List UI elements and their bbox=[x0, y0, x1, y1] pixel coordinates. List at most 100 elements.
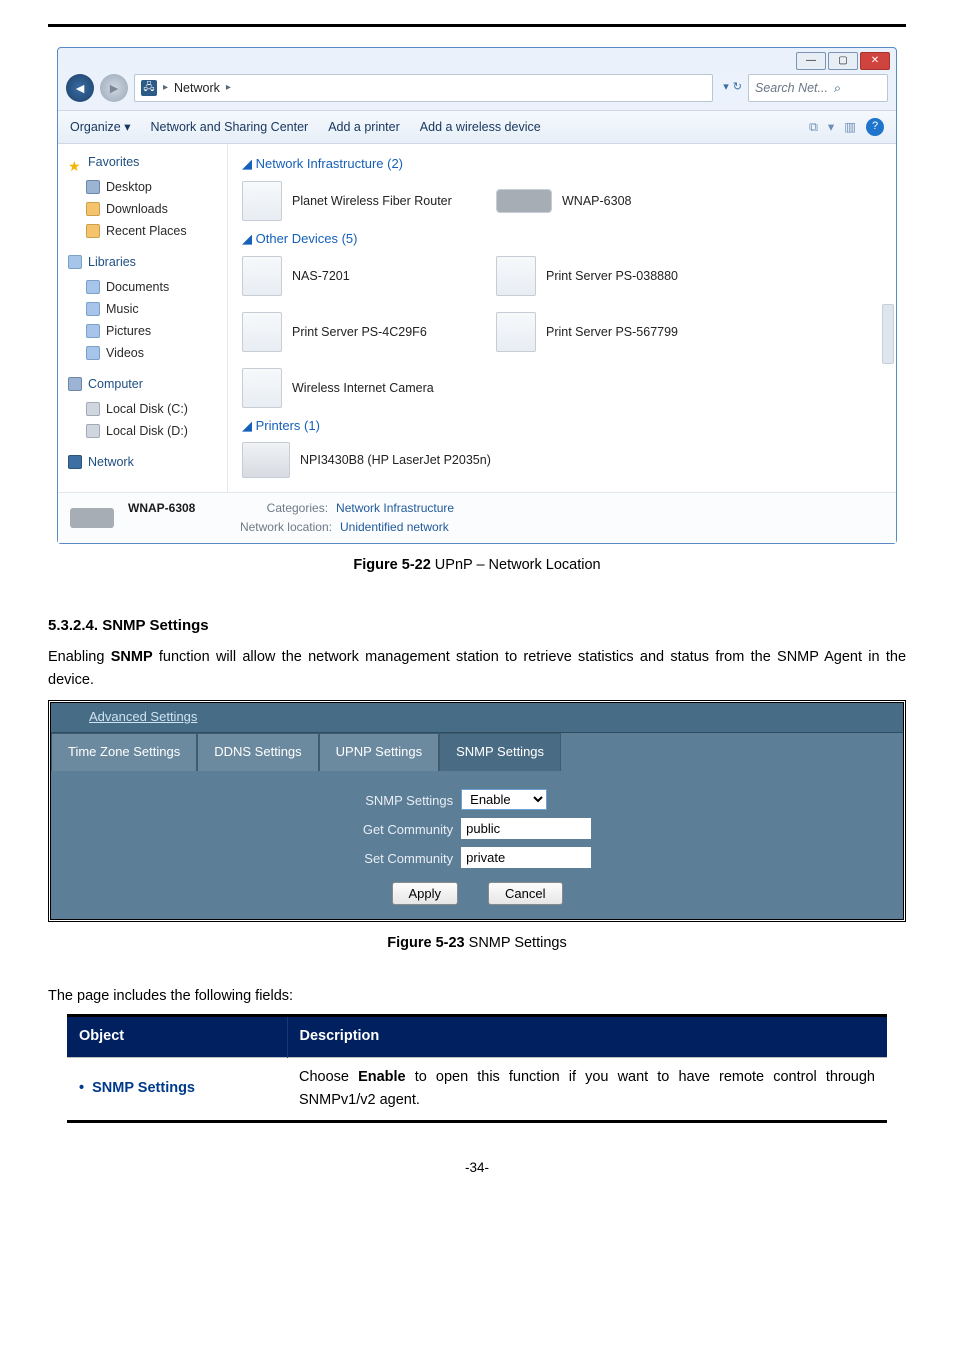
star-icon: ★ bbox=[68, 155, 82, 169]
collapse-icon[interactable]: ◢ bbox=[242, 156, 252, 171]
sidebar-downloads[interactable]: Downloads bbox=[68, 198, 221, 220]
nav-sidebar: ★Favorites Desktop Downloads Recent Plac… bbox=[58, 144, 228, 492]
breadcrumb-text: Network bbox=[174, 78, 220, 98]
sidebar-recent-places[interactable]: Recent Places bbox=[68, 220, 221, 242]
toolbar: Organize ▾ Network and Sharing Center Ad… bbox=[58, 110, 896, 144]
page-number: -34- bbox=[48, 1157, 906, 1179]
scrollbar-handle[interactable] bbox=[882, 304, 894, 364]
folder-icon bbox=[86, 224, 100, 238]
network-icon: 🖧 bbox=[141, 80, 157, 96]
address-dropdown-icon[interactable]: ▾ bbox=[723, 79, 729, 97]
selected-device-icon bbox=[70, 508, 114, 528]
search-input[interactable]: Search Net... ⌕ bbox=[748, 74, 888, 102]
add-wireless-device-link[interactable]: Add a wireless device bbox=[420, 117, 541, 137]
sidebar-documents[interactable]: Documents bbox=[68, 276, 221, 298]
folder-icon bbox=[86, 202, 100, 216]
disk-icon bbox=[86, 424, 100, 438]
view-dropdown-icon[interactable]: ▾ bbox=[828, 117, 834, 137]
videos-icon bbox=[86, 346, 100, 360]
documents-icon bbox=[86, 280, 100, 294]
printer-icon bbox=[242, 442, 290, 478]
section-heading: 5.3.2.4. SNMP Settings bbox=[48, 614, 906, 638]
sidebar-disk-c[interactable]: Local Disk (C:) bbox=[68, 398, 221, 420]
figure-1-title: UPnP – Network Location bbox=[431, 557, 601, 573]
collapse-icon[interactable]: ◢ bbox=[242, 231, 252, 246]
group-infrastructure: Network Infrastructure (2) bbox=[256, 156, 403, 171]
organize-menu[interactable]: Organize ▾ bbox=[70, 117, 130, 137]
categories-value: Network Infrastructure bbox=[336, 499, 454, 518]
device-icon bbox=[242, 312, 282, 352]
device-fiber-router[interactable]: Planet Wireless Fiber Router bbox=[242, 181, 472, 221]
sidebar-music[interactable]: Music bbox=[68, 298, 221, 320]
window-close-button[interactable]: ✕ bbox=[860, 52, 890, 70]
device-wnap-6308[interactable]: WNAP-6308 bbox=[496, 181, 726, 221]
set-community-label: Set Community bbox=[363, 847, 453, 870]
tab-snmp[interactable]: SNMP Settings bbox=[439, 733, 561, 771]
col-object-header: Object bbox=[67, 1016, 287, 1057]
music-icon bbox=[86, 302, 100, 316]
figure-2-label: Figure 5-23 bbox=[387, 935, 464, 951]
device-ps-567799[interactable]: Print Server PS-567799 bbox=[496, 312, 726, 352]
sidebar-pictures[interactable]: Pictures bbox=[68, 320, 221, 342]
object-snmp-settings: • SNMP Settings bbox=[67, 1057, 287, 1121]
device-hp-laserjet[interactable]: NPI3430B8 (HP LaserJet P2035n) bbox=[242, 442, 491, 478]
sidebar-computer[interactable]: Computer bbox=[68, 374, 221, 394]
sidebar-network[interactable]: Network bbox=[68, 452, 221, 472]
selected-device-name: WNAP-6308 bbox=[128, 499, 195, 518]
sidebar-libraries[interactable]: Libraries bbox=[68, 252, 221, 272]
view-mode-icon[interactable]: ⧉ bbox=[809, 117, 818, 137]
breadcrumb-chevron-icon: ▸ bbox=[163, 80, 168, 96]
breadcrumb-chevron-icon: ▸ bbox=[226, 80, 231, 96]
nav-back-button[interactable]: ◄ bbox=[66, 74, 94, 102]
add-printer-link[interactable]: Add a printer bbox=[328, 117, 400, 137]
device-nas-7201[interactable]: NAS-7201 bbox=[242, 256, 472, 296]
device-wireless-camera[interactable]: Wireless Internet Camera bbox=[242, 368, 472, 408]
network-icon bbox=[68, 455, 82, 469]
figure-1-label: Figure 5-22 bbox=[353, 557, 430, 573]
preview-pane-icon[interactable]: ▥ bbox=[844, 117, 856, 137]
figure-2-title: SNMP Settings bbox=[465, 935, 567, 951]
device-icon bbox=[496, 256, 536, 296]
sidebar-disk-d[interactable]: Local Disk (D:) bbox=[68, 420, 221, 442]
device-ps-038880[interactable]: Print Server PS-038880 bbox=[496, 256, 726, 296]
network-location-label: Network location: bbox=[222, 518, 332, 537]
search-placeholder: Search Net... bbox=[755, 78, 828, 98]
get-community-label: Get Community bbox=[363, 818, 453, 841]
collapse-icon[interactable]: ◢ bbox=[242, 418, 252, 433]
sidebar-videos[interactable]: Videos bbox=[68, 342, 221, 364]
help-icon[interactable]: ? bbox=[866, 118, 884, 136]
content-pane: ◢ Network Infrastructure (2) Planet Wire… bbox=[228, 144, 896, 492]
snmp-settings-panel: Advanced Settings Time Zone Settings DDN… bbox=[48, 700, 906, 922]
col-description-header: Description bbox=[287, 1016, 887, 1057]
disk-icon bbox=[86, 402, 100, 416]
sidebar-desktop[interactable]: Desktop bbox=[68, 176, 221, 198]
address-bar[interactable]: 🖧 ▸ Network ▸ bbox=[134, 74, 713, 102]
snmp-settings-select[interactable]: Enable bbox=[461, 789, 547, 810]
cancel-button[interactable]: Cancel bbox=[488, 882, 562, 905]
router-icon bbox=[242, 181, 282, 221]
refresh-icon[interactable]: ↻ bbox=[733, 79, 742, 97]
network-location-value: Unidentified network bbox=[340, 518, 449, 537]
fields-table: Object Description • SNMP Settings Choos… bbox=[67, 1014, 887, 1123]
nav-forward-button[interactable]: ► bbox=[100, 74, 128, 102]
desktop-icon bbox=[86, 180, 100, 194]
group-printers: Printers (1) bbox=[256, 418, 320, 433]
network-sharing-center-link[interactable]: Network and Sharing Center bbox=[150, 117, 308, 137]
description-snmp-settings: Choose Enable to open this function if y… bbox=[287, 1057, 887, 1121]
tab-upnp[interactable]: UPNP Settings bbox=[319, 733, 439, 771]
details-pane: WNAP-6308 Categories:Network Infrastruct… bbox=[58, 492, 896, 543]
router-icon bbox=[496, 189, 552, 213]
device-ps-4c29f6[interactable]: Print Server PS-4C29F6 bbox=[242, 312, 472, 352]
tab-time-zone[interactable]: Time Zone Settings bbox=[51, 733, 197, 771]
window-maximize-button[interactable]: ▢ bbox=[828, 52, 858, 70]
set-community-input[interactable] bbox=[461, 847, 591, 868]
get-community-input[interactable] bbox=[461, 818, 591, 839]
sidebar-favorites[interactable]: ★Favorites bbox=[68, 152, 221, 172]
window-minimize-button[interactable]: — bbox=[796, 52, 826, 70]
group-other-devices: Other Devices (5) bbox=[256, 231, 358, 246]
device-icon bbox=[242, 256, 282, 296]
body-paragraph: Enabling SNMP function will allow the ne… bbox=[48, 646, 906, 692]
tab-ddns[interactable]: DDNS Settings bbox=[197, 733, 318, 771]
apply-button[interactable]: Apply bbox=[392, 882, 459, 905]
advanced-settings-breadcrumb[interactable]: Advanced Settings bbox=[89, 709, 197, 724]
